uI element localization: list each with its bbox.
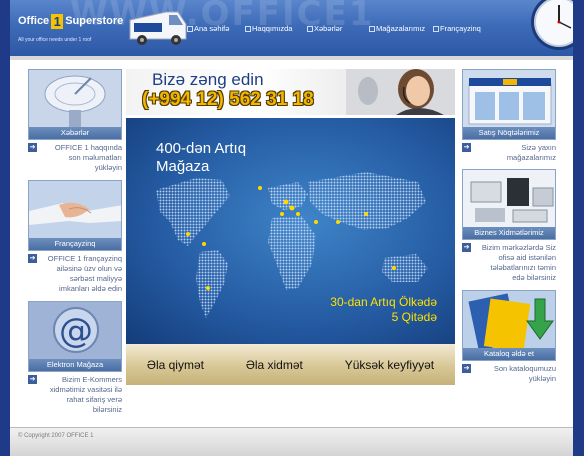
card-catalog[interactable]: Kataloq əldə et ➔ Son kataloqumuzu yüklə…: [462, 290, 556, 384]
arrow-icon[interactable]: ➔: [462, 243, 471, 252]
storefront-image: [462, 69, 556, 127]
delivery-van-icon: [129, 11, 187, 45]
nav-stores[interactable]: Mağazalarımız: [368, 24, 432, 33]
arrow-icon[interactable]: ➔: [462, 143, 471, 152]
footer: © Copyright 2007 OFFICE 1: [10, 427, 573, 456]
slogan-price: Əla qiymət: [146, 357, 204, 372]
card-title: Satış Nöqtələrimiz: [462, 127, 556, 140]
card-eshop[interactable]: @ Elektron Mağaza ➔ Bizim E-Kommers xidm…: [28, 301, 122, 415]
arrow-icon[interactable]: ➔: [462, 364, 471, 373]
main-nav: Ana səhifə Haqqımızda Xəbərlər Mağazalar…: [186, 24, 492, 33]
arrow-icon[interactable]: ➔: [28, 375, 37, 384]
arrow-icon[interactable]: ➔: [28, 254, 37, 263]
nav-home[interactable]: Ana səhifə: [186, 24, 244, 33]
hero-banner[interactable]: 400-dən Artıq Mağaza 30-dan Artıq Ölkədə…: [126, 118, 455, 344]
card-sales-points[interactable]: Satış Nöqtələrimiz ➔ Sizə yaxın mağazala…: [462, 69, 556, 163]
header: WWW.OFFICE1 Office 1 Superstore All your o…: [10, 0, 573, 56]
banner-subline: 30-dan Artıq Ölkədə 5 Qitədə: [330, 295, 437, 324]
card-description: ➔ OFFICE 1 haqqında son məlumatları yükl…: [28, 143, 122, 172]
card-title: Xəbərlər: [28, 127, 122, 140]
office-equipment-image: [462, 169, 556, 227]
catalog-image: [462, 290, 556, 348]
nav-news[interactable]: Xəbərlər: [306, 24, 368, 33]
copyright-text: © Copyright 2007 OFFICE 1: [18, 433, 94, 439]
nav-franchise[interactable]: Françayzinq: [432, 24, 492, 33]
card-description: ➔ Sizə yaxın mağazalarımız: [462, 143, 556, 162]
card-title: Françayzinq: [28, 238, 122, 251]
slogan-service: Əla xidmət: [245, 357, 303, 372]
card-description: ➔ OFFICE 1 françayzinq ailəsinə üzv olun…: [28, 254, 122, 293]
logo-text: Office 1 Superstore: [18, 14, 124, 29]
card-description: ➔ Bizim mərkəzlərdə Siz ofisə aid istəni…: [462, 243, 556, 282]
satellite-dish-image: [28, 69, 122, 127]
site-logo[interactable]: Office 1 Superstore All your office needs …: [18, 14, 130, 48]
header-divider: [10, 56, 573, 60]
handshake-image: [28, 180, 122, 238]
card-title: Kataloq əldə et: [462, 348, 556, 361]
card-title: Biznes Xidmətlərimiz: [462, 227, 556, 240]
clock-icon: [531, 0, 573, 50]
card-description: ➔ Son kataloqumuzu yükləyin: [462, 364, 556, 383]
phone-number: (+994 12) 562 31 18: [142, 89, 314, 110]
slogan-bar: Əla qiymət Əla xidmət Yüksək keyfiyyət: [126, 344, 455, 385]
card-description: ➔ Bizim E-Kommers xidmətimiz vasitəsi il…: [28, 375, 122, 414]
call-us-title: Bizə zəng edin: [152, 70, 264, 89]
banner-headline: 400-dən Artıq Mağaza: [156, 140, 247, 175]
call-center-agent-image: [346, 69, 455, 115]
nav-about[interactable]: Haqqımızda: [244, 24, 306, 33]
card-business-services[interactable]: Biznes Xidmətlərimiz ➔ Bizim mərkəzlərdə…: [462, 169, 556, 283]
svg-text:@: @: [59, 311, 93, 351]
call-us-banner[interactable]: Bizə zəng edin (+994 12) 562 31 18: [126, 69, 455, 115]
arrow-icon[interactable]: ➔: [28, 143, 37, 152]
at-sign-image: @: [28, 301, 122, 359]
card-franchise[interactable]: Françayzinq ➔ OFFICE 1 françayzinq ailəs…: [28, 180, 122, 294]
card-title: Elektron Mağaza: [28, 359, 122, 372]
card-news[interactable]: Xəbərlər ➔ OFFICE 1 haqqında son məlumat…: [28, 69, 122, 173]
logo-tagline: All your office needs under 1 roof: [18, 37, 92, 43]
slogan-quality: Yüksək keyfiyyət: [344, 357, 435, 372]
